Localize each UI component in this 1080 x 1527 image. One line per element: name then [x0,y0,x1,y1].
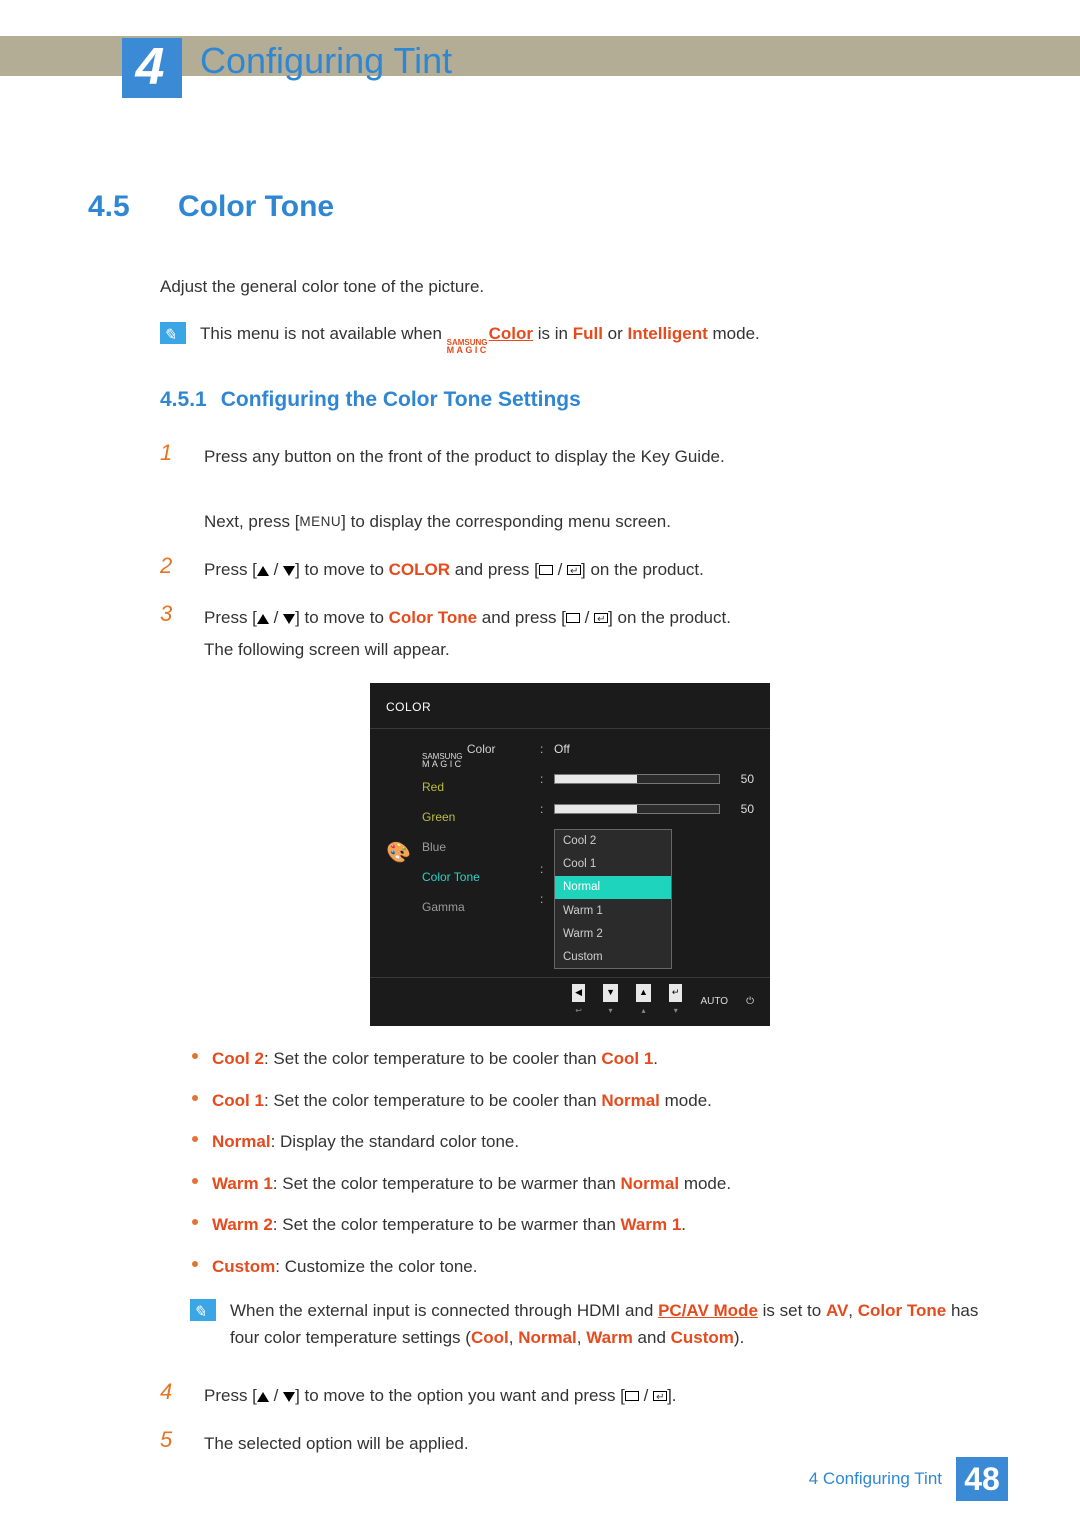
footer-page-number: 48 [956,1457,1008,1501]
step-4: 4 Press [ / ] to move to the option you … [160,1380,980,1412]
samsung-magic-brand: SAMSUNGMAGIC [447,340,489,354]
footer-chapter-ref: 4 Configuring Tint [809,1469,942,1489]
arrow-down-icon [283,614,295,624]
enter-icon [567,565,581,575]
note-text: This menu is not available when SAMSUNGM… [200,320,760,354]
osd-option-cool1: Cool 1 [555,853,671,876]
osd-green-slider: 50 [554,799,754,820]
osd-red-slider: 50 [554,769,754,790]
step-number: 1 [160,441,178,538]
step1-line1: Press any button on the front of the pro… [204,447,725,466]
enter-icon [594,613,608,623]
osd-row-magic-color: SAMSUNGMAGIC Color [422,739,534,768]
menu-key-label: MENU [299,514,341,529]
step-number: 4 [160,1380,178,1412]
osd-row-red: Red [422,777,534,798]
osd-row-green: Green [422,807,534,828]
source-icon [566,613,580,623]
nav-down-icon: ▼▾ [603,984,618,1018]
step-number: 2 [160,554,178,586]
nav-enter-icon: ↵▾ [669,984,683,1018]
nav-up-icon: ▲▴ [636,984,651,1018]
bullet-warm1: Warm 1: Set the color temperature to be … [190,1171,980,1197]
bullet-cool2: Cool 2: Set the color temperature to be … [190,1046,980,1072]
step-1: 1 Press any button on the front of the p… [160,441,980,538]
osd-color-tone-dropdown: Cool 2 Cool 1 Normal Warm 1 Warm 2 Custo… [554,829,672,970]
nav-auto: AUTO [700,993,728,1011]
note-hdmi: When the external input is connected thr… [190,1297,980,1351]
arrow-down-icon [283,1392,295,1402]
samsung-magic-brand: SAMSUNGMAGIC [422,754,464,768]
osd-option-cool2: Cool 2 [555,830,671,853]
palette-icon: 🎨 [386,836,416,871]
nav-back-icon: ◀↩ [572,984,585,1018]
bullet-custom: Custom: Customize the color tone. [190,1254,980,1280]
note1-brand-color: Color [489,324,533,343]
note-icon [160,322,186,344]
bullet-normal: Normal: Display the standard color tone. [190,1129,980,1155]
arrow-up-icon [257,1392,269,1402]
osd-magic-color-value: Off [554,739,754,760]
nav-power-icon: ⏻ [746,993,754,1011]
source-icon [625,1391,639,1401]
osd-option-normal: Normal [555,876,671,899]
arrow-down-icon [283,566,295,576]
section-intro: Adjust the general color tone of the pic… [160,272,980,302]
osd-option-warm1: Warm 1 [555,899,671,922]
note-icon [190,1299,216,1321]
osd-title: COLOR [370,693,770,728]
osd-nav-bar: ◀↩ ▼▾ ▲▴ ↵▾ AUTO ⏻ [370,977,770,1020]
arrow-up-icon [257,566,269,576]
note-availability: This menu is not available when SAMSUNGM… [160,320,980,354]
subsection-title: Configuring the Color Tone Settings [221,382,581,419]
color-tone-option-list: Cool 2: Set the color temperature to be … [190,1046,980,1279]
chapter-title: Configuring Tint [200,40,452,82]
arrow-up-icon [257,614,269,624]
osd-panel: COLOR 🎨 SAMSUNGMAGIC Color Red Green Blu… [370,683,770,1027]
osd-row-color-tone: Color Tone [422,867,534,888]
section-number: 4.5 [88,190,150,224]
osd-row-gamma: Gamma [422,897,534,918]
step-3: 3 Press [ / ] to move to Color Tone and … [160,602,980,667]
note-hdmi-text: When the external input is connected thr… [230,1297,980,1351]
source-icon [539,565,553,575]
step-5: 5 The selected option will be applied. [160,1428,980,1460]
osd-option-custom: Custom [555,945,671,968]
step-2: 2 Press [ / ] to move to COLOR and press… [160,554,980,586]
osd-option-warm2: Warm 2 [555,922,671,945]
subsection-number: 4.5.1 [160,382,207,419]
osd-row-blue: Blue [422,837,534,858]
step-number: 5 [160,1428,178,1460]
note1-pre: This menu is not available when [200,324,447,343]
chapter-number-badge: 4 [122,38,182,98]
step-number: 3 [160,602,178,667]
enter-icon [653,1391,667,1401]
bullet-warm2: Warm 2: Set the color temperature to be … [190,1212,980,1238]
bullet-cool1: Cool 1: Set the color temperature to be … [190,1088,980,1114]
section-title: Color Tone [178,190,334,224]
